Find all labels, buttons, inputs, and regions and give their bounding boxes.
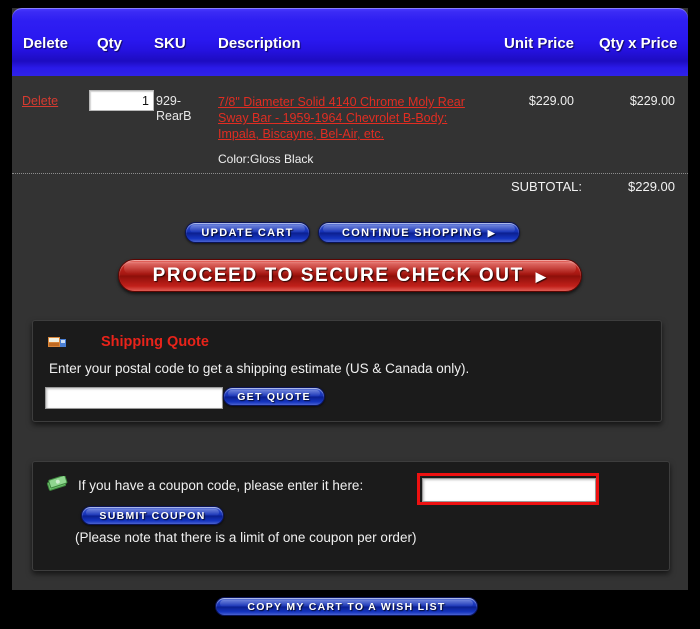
delete-item-link[interactable]: Delete (22, 94, 58, 108)
update-cart-button[interactable]: UPDATE CART (185, 222, 310, 243)
unit-price-value: $229.00 (528, 94, 574, 108)
get-quote-button[interactable]: GET QUOTE (223, 387, 325, 406)
update-cart-label: UPDATE CART (201, 227, 294, 239)
submit-coupon-button[interactable]: SUBMIT COUPON (81, 506, 224, 525)
copy-cart-to-wish-list-button[interactable]: COPY MY CART TO A WISH LIST (215, 597, 478, 616)
subtotal-label: SUBTOTAL: (510, 179, 582, 194)
continue-shopping-label: CONTINUE SHOPPING (342, 227, 483, 239)
product-description: 7/8" Diameter Solid 4140 Chrome Moly Rea… (218, 94, 486, 142)
subtotal-row: SUBTOTAL: $229.00 (12, 179, 688, 201)
column-header-qty: Qty (97, 35, 123, 52)
sku-value: 929-RearB (156, 94, 192, 123)
submit-coupon-label: SUBMIT COUPON (99, 510, 206, 522)
cart-table-header: Delete Qty SKU Description Unit Price Qt… (12, 8, 688, 76)
proceed-to-checkout-label: PROCEED TO SECURE CHECK OUT (152, 265, 524, 286)
shipping-truck-icon (48, 337, 66, 347)
product-description-link[interactable]: 7/8" Diameter Solid 4140 Chrome Moly Rea… (218, 94, 486, 142)
extended-price-value: $229.00 (629, 94, 675, 108)
quantity-input-wrapper[interactable] (89, 90, 154, 111)
column-header-qty-x-price: Qty x Price (599, 35, 678, 52)
column-header-sku: SKU (154, 35, 186, 52)
coupon-prompt: If you have a coupon code, please enter … (78, 478, 364, 493)
column-header-unit-price: Unit Price (504, 35, 575, 52)
column-header-delete: Delete (23, 35, 69, 52)
coupon-code-input[interactable] (423, 479, 595, 501)
copy-cart-to-wish-list-label: COPY MY CART TO A WISH LIST (247, 601, 446, 613)
get-quote-label: GET QUOTE (237, 391, 311, 403)
shipping-quote-panel: Shipping Quote Enter your postal code to… (32, 320, 662, 422)
coupon-note: (Please note that there is a limit of on… (75, 530, 417, 545)
postal-code-input-wrapper[interactable] (45, 387, 223, 409)
table-row: Delete 929-RearB 7/8" Diameter Solid 414… (12, 84, 688, 172)
money-icon (46, 476, 68, 491)
quantity-input[interactable] (90, 91, 153, 110)
postal-code-input[interactable] (46, 388, 222, 408)
coupon-code-input-wrapper[interactable] (422, 478, 596, 502)
table-divider (12, 173, 688, 174)
product-option: Color:Gloss Black (218, 152, 314, 166)
proceed-to-checkout-button[interactable]: PROCEED TO SECURE CHECK OUT ▶ (118, 259, 582, 292)
continue-shopping-button[interactable]: CONTINUE SHOPPING ▶ (318, 222, 520, 243)
shipping-quote-instructions: Enter your postal code to get a shipping… (49, 361, 470, 376)
subtotal-value: $229.00 (628, 179, 675, 194)
arrow-right-icon: ▶ (487, 228, 496, 238)
coupon-panel: If you have a coupon code, please enter … (32, 461, 670, 571)
column-header-description: Description (218, 35, 301, 52)
shopping-cart-page: Delete Qty SKU Description Unit Price Qt… (0, 0, 700, 629)
shipping-quote-title: Shipping Quote (101, 334, 209, 350)
arrow-right-icon: ▶ (535, 269, 548, 284)
